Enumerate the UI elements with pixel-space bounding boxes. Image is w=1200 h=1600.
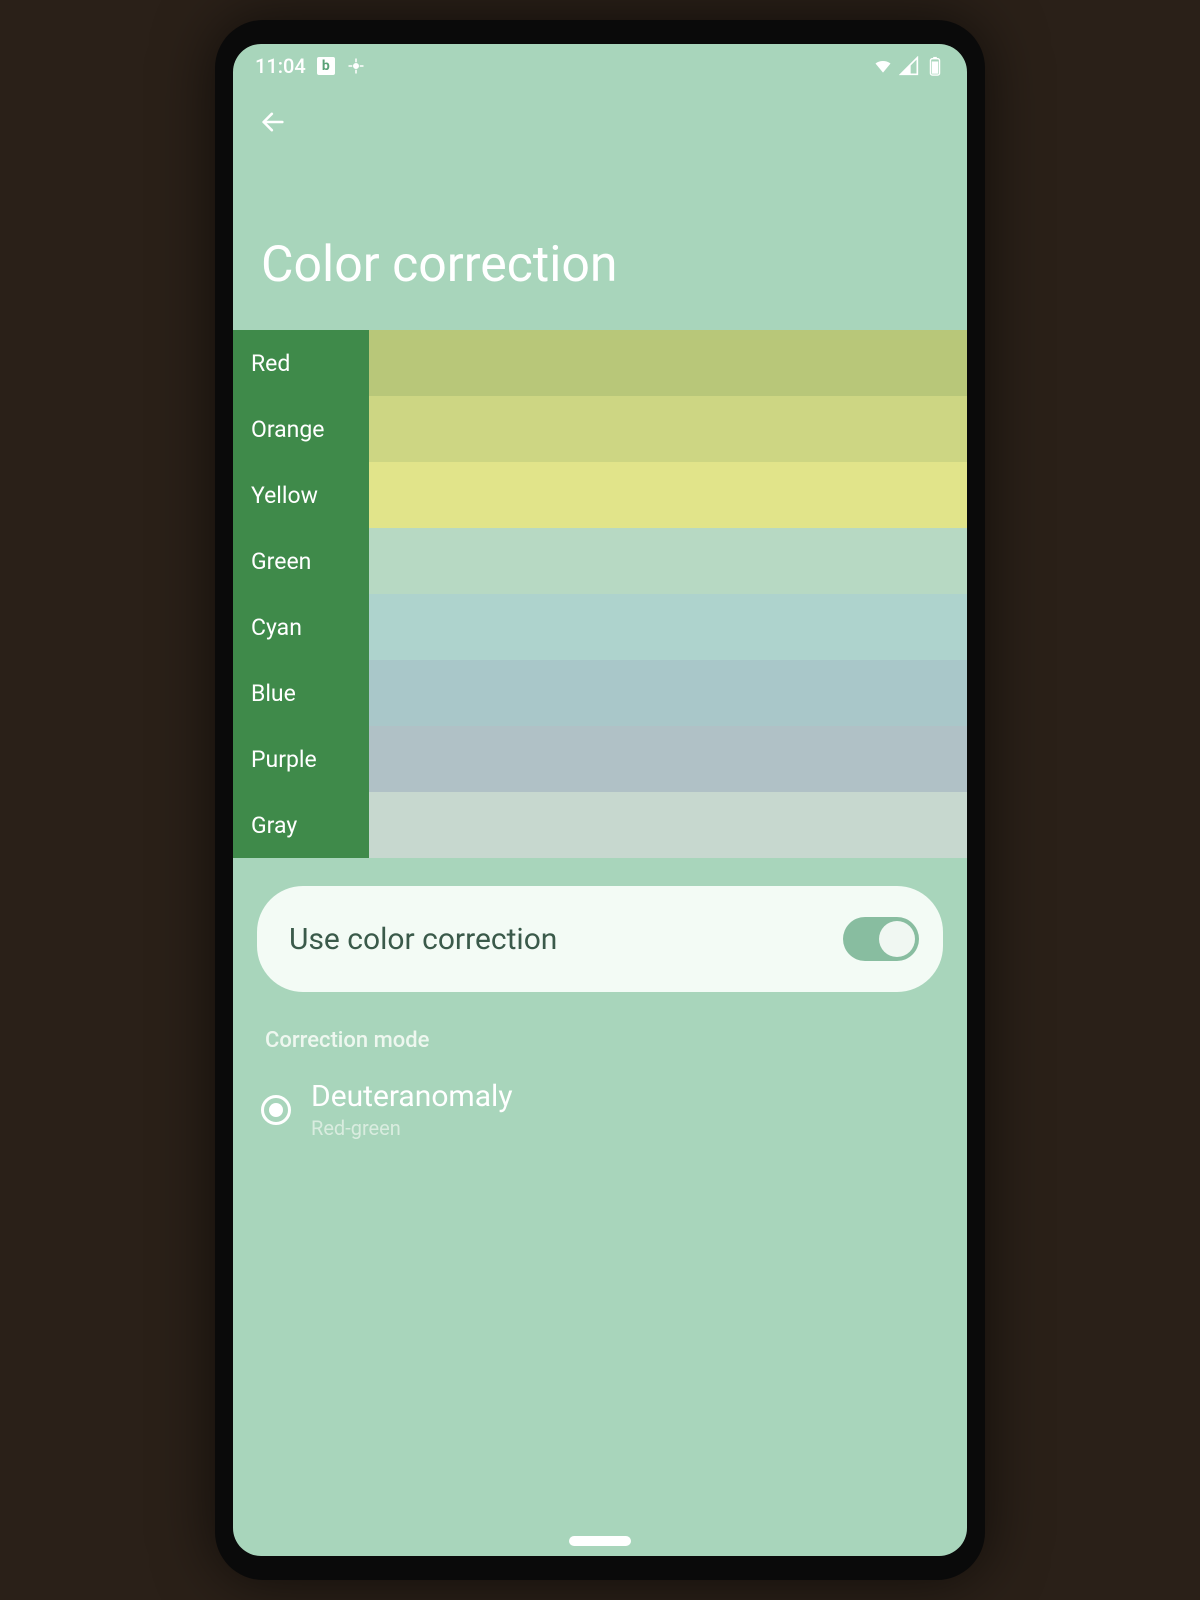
crosshair-icon — [346, 56, 366, 76]
use-color-correction-card[interactable]: Use color correction — [257, 886, 943, 992]
swatch-row: Red — [233, 330, 967, 396]
nav-pill[interactable] — [569, 1536, 631, 1546]
arrow-left-icon — [259, 108, 287, 136]
swatch-row: Orange — [233, 396, 967, 462]
status-right — [873, 56, 945, 76]
gesture-nav-bar[interactable] — [233, 1536, 967, 1546]
swatch-label: Red — [233, 330, 369, 396]
use-color-correction-switch[interactable] — [843, 917, 919, 961]
app-bar — [233, 88, 967, 146]
swatch-color — [369, 396, 967, 462]
swatch-color — [369, 462, 967, 528]
swatch-row: Gray — [233, 792, 967, 858]
page-title: Color correction — [233, 146, 967, 330]
swatch-label: Cyan — [233, 594, 369, 660]
toggle-label: Use color correction — [289, 922, 557, 957]
swatch-color — [369, 792, 967, 858]
swatch-label: Blue — [233, 660, 369, 726]
back-button[interactable] — [249, 98, 297, 146]
wifi-icon — [873, 56, 893, 76]
swatch-label: Purple — [233, 726, 369, 792]
mode-subtitle: Red-green — [311, 1116, 513, 1140]
status-left: 11:04 b — [255, 54, 366, 78]
color-swatch-table: Red Orange Yellow Green Cyan Blue — [233, 330, 967, 858]
swatch-color — [369, 528, 967, 594]
swatch-label: Orange — [233, 396, 369, 462]
radio-selected-icon — [261, 1095, 291, 1125]
swatch-color — [369, 726, 967, 792]
phone-frame: 11:04 b — [215, 20, 985, 1580]
swatch-color — [369, 660, 967, 726]
battery-icon — [925, 56, 945, 76]
switch-knob — [879, 921, 915, 957]
mode-title: Deuteranomaly — [311, 1079, 513, 1114]
mode-option-deuteranomaly[interactable]: Deuteranomaly Red-green — [233, 1063, 967, 1140]
swatch-label: Yellow — [233, 462, 369, 528]
swatch-color — [369, 594, 967, 660]
swatch-row: Blue — [233, 660, 967, 726]
swatch-label: Gray — [233, 792, 369, 858]
swatch-row: Cyan — [233, 594, 967, 660]
status-time: 11:04 — [255, 54, 306, 78]
mode-text: Deuteranomaly Red-green — [311, 1079, 513, 1140]
swatch-row: Green — [233, 528, 967, 594]
correction-mode-header: Correction mode — [233, 992, 967, 1063]
signal-icon — [899, 56, 919, 76]
swatch-color — [369, 330, 967, 396]
swatch-row: Yellow — [233, 462, 967, 528]
b-icon: b — [316, 56, 336, 76]
screen: 11:04 b — [233, 44, 967, 1556]
swatch-label: Green — [233, 528, 369, 594]
status-bar: 11:04 b — [233, 44, 967, 88]
swatch-row: Purple — [233, 726, 967, 792]
